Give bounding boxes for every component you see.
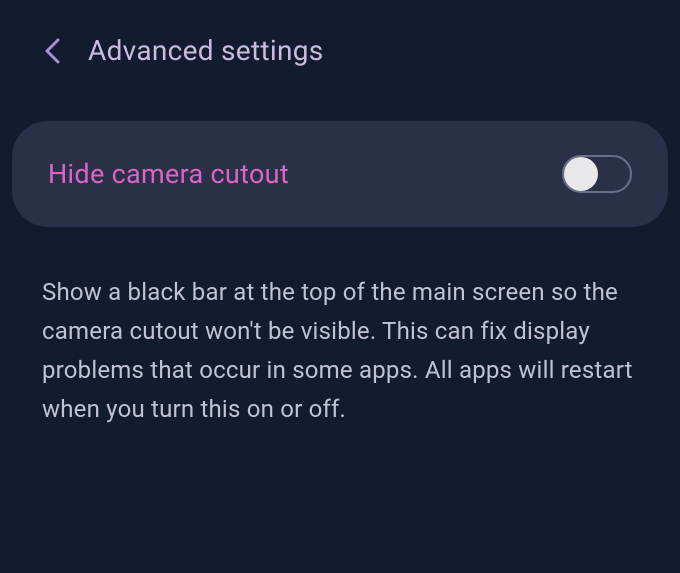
setting-description: Show a black bar at the top of the main … bbox=[0, 227, 680, 429]
toggle-hide-camera-cutout[interactable] bbox=[562, 155, 632, 193]
toggle-thumb bbox=[564, 157, 598, 191]
setting-row-hide-camera-cutout[interactable]: Hide camera cutout bbox=[12, 121, 668, 227]
setting-label: Hide camera cutout bbox=[48, 158, 289, 190]
back-icon[interactable] bbox=[42, 37, 64, 65]
header: Advanced settings bbox=[0, 0, 680, 101]
page-title: Advanced settings bbox=[88, 34, 324, 67]
